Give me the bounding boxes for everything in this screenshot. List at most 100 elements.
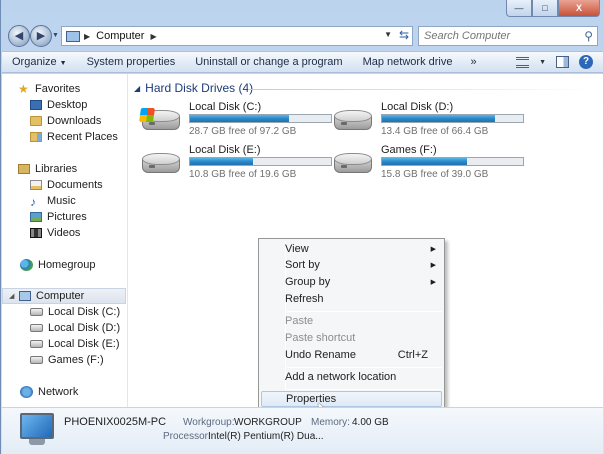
close-button[interactable]: X: [558, 0, 600, 17]
group-title: Hard Disk Drives (4): [145, 81, 254, 95]
drive-free-space: 15.8 GB free of 39.0 GB: [381, 169, 489, 180]
menu-item-sort-by[interactable]: Sort by ▶: [261, 257, 442, 273]
sidebar-item-drive-f[interactable]: Games (F:): [2, 352, 126, 368]
menu-item-label: Paste: [285, 315, 314, 327]
command-bar: Organize ▼ System properties Uninstall or…: [2, 51, 603, 73]
drive-tile-c[interactable]: Local Disk (C:) 28.7 GB free of 97.2 GB: [136, 100, 332, 140]
more-commands-button[interactable]: »: [462, 56, 484, 68]
menu-item-label: Undo Rename: [285, 349, 356, 361]
menu-item-group-by[interactable]: Group by ▶: [261, 274, 442, 290]
hard-drive-icon: [334, 110, 372, 132]
search-input[interactable]: [419, 27, 569, 45]
uninstall-program-button[interactable]: Uninstall or change a program: [185, 56, 352, 68]
group-divider: [248, 89, 596, 90]
drive-usage-bar: [381, 157, 524, 166]
hard-drive-icon: [30, 356, 43, 364]
hard-drive-icon: [142, 153, 180, 175]
desktop-icon: [30, 100, 42, 110]
collapse-arrow-icon[interactable]: ◢: [134, 84, 140, 93]
drive-usage-bar: [381, 114, 524, 123]
back-button[interactable]: ◀: [8, 25, 30, 47]
breadcrumb-arrow-icon[interactable]: ▶: [150, 32, 156, 41]
change-view-icon[interactable]: [516, 56, 530, 68]
drive-free-space: 28.7 GB free of 97.2 GB: [189, 126, 297, 137]
sidebar-item-label: Videos: [47, 227, 81, 239]
group-header-hard-disk-drives[interactable]: ◢ Hard Disk Drives (4): [134, 81, 253, 95]
menu-item-label: Properties: [286, 393, 337, 405]
memory-label: Memory:: [311, 417, 350, 428]
sidebar-item-recent-places[interactable]: Recent Places: [2, 129, 126, 145]
help-icon[interactable]: ?: [579, 55, 593, 69]
downloads-folder-icon: [30, 116, 42, 126]
organize-label: Organize: [12, 56, 57, 68]
sidebar-item-computer[interactable]: ◢ Computer: [2, 288, 126, 304]
sidebar-item-music[interactable]: ♪ Music: [2, 193, 126, 209]
drive-name: Local Disk (E:): [189, 144, 261, 156]
breadcrumb-arrow-icon[interactable]: ▶: [84, 32, 90, 41]
documents-icon: [30, 180, 42, 190]
address-bar[interactable]: ▶ Computer ▶ ▼ ⇆: [61, 26, 413, 46]
organize-menu[interactable]: Organize ▼: [2, 56, 77, 68]
sidebar-item-videos[interactable]: Videos: [2, 225, 126, 241]
sidebar-item-label: Local Disk (C:): [48, 306, 121, 318]
details-pane: PHOENIX0025M-PC Workgroup: WORKGROUP Mem…: [2, 407, 603, 454]
sidebar-item-desktop[interactable]: Desktop: [2, 97, 126, 113]
hard-drive-icon: [139, 108, 180, 132]
drive-tile-d[interactable]: Local Disk (D:) 13.4 GB free of 66.4 GB: [328, 100, 524, 140]
sidebar-item-libraries[interactable]: Libraries: [2, 161, 126, 177]
expand-arrow-icon[interactable]: ◢: [9, 292, 14, 300]
recent-places-icon: [30, 132, 42, 142]
refresh-icon[interactable]: ⇆: [399, 28, 409, 42]
drive-usage-fill: [382, 158, 467, 165]
menu-item-label: Sort by: [285, 259, 320, 271]
sidebar-item-drive-d[interactable]: Local Disk (D:): [2, 320, 126, 336]
hard-drive-icon: [30, 324, 43, 332]
sidebar-item-label: Documents: [47, 179, 103, 191]
sidebar-item-label: Computer: [36, 290, 85, 302]
forward-arrow-icon: ▶: [36, 30, 46, 42]
star-icon: ★: [18, 82, 29, 96]
menu-item-view[interactable]: View ▶: [261, 241, 442, 257]
drive-name: Local Disk (D:): [381, 101, 454, 113]
menu-item-label: Add a network location: [285, 371, 397, 383]
menu-item-properties[interactable]: Properties: [261, 391, 442, 407]
menu-item-shortcut: Ctrl+Z: [397, 349, 428, 361]
forward-button[interactable]: ▶: [30, 25, 52, 47]
menu-item-label: Refresh: [285, 293, 324, 305]
sidebar-item-favorites[interactable]: ★ Favorites: [2, 81, 126, 97]
menu-item-label: Paste shortcut: [285, 332, 356, 344]
minimize-button[interactable]: —: [506, 0, 532, 17]
menu-item-undo-rename[interactable]: Undo Rename Ctrl+Z: [261, 347, 442, 363]
sidebar-item-label: Local Disk (E:): [48, 338, 120, 350]
menu-item-paste[interactable]: Paste: [261, 313, 442, 329]
drive-tile-e[interactable]: Local Disk (E:) 10.8 GB free of 19.6 GB: [136, 143, 332, 183]
drive-name: Local Disk (C:): [189, 101, 262, 113]
menu-item-add-network-location[interactable]: Add a network location: [261, 369, 442, 385]
sidebar-item-network[interactable]: Network: [2, 384, 126, 400]
sidebar-item-homegroup[interactable]: Homegroup: [2, 257, 126, 273]
sidebar-item-pictures[interactable]: Pictures: [2, 209, 126, 225]
sidebar-item-drive-c[interactable]: Local Disk (C:): [2, 304, 126, 320]
search-box[interactable]: ⚲: [418, 26, 598, 46]
system-properties-button[interactable]: System properties: [77, 56, 186, 68]
chevron-down-icon: ▼: [59, 60, 67, 67]
processor-label: Processor:: [163, 431, 211, 442]
menu-item-refresh[interactable]: Refresh: [261, 291, 442, 307]
sidebar-item-downloads[interactable]: Downloads: [2, 113, 126, 129]
search-icon[interactable]: ⚲: [584, 29, 593, 43]
sidebar-item-label: Music: [47, 195, 76, 207]
preview-pane-icon[interactable]: [556, 56, 569, 68]
address-dropdown-icon[interactable]: ▼: [384, 30, 392, 39]
map-network-drive-button[interactable]: Map network drive: [353, 56, 463, 68]
sidebar-item-documents[interactable]: Documents: [2, 177, 126, 193]
maximize-button[interactable]: □: [532, 0, 558, 17]
workgroup-label: Workgroup:: [183, 417, 235, 428]
drive-tile-f[interactable]: Games (F:) 15.8 GB free of 39.0 GB: [328, 143, 524, 183]
menu-separator: [287, 311, 442, 312]
view-options-dropdown-icon[interactable]: ▼: [539, 59, 546, 66]
sidebar-item-label: Downloads: [47, 115, 102, 127]
sidebar-item-drive-e[interactable]: Local Disk (E:): [2, 336, 126, 352]
menu-item-paste-shortcut[interactable]: Paste shortcut: [261, 330, 442, 346]
breadcrumb-computer[interactable]: Computer: [96, 30, 144, 42]
recent-pages-dropdown[interactable]: ▼: [52, 32, 60, 40]
